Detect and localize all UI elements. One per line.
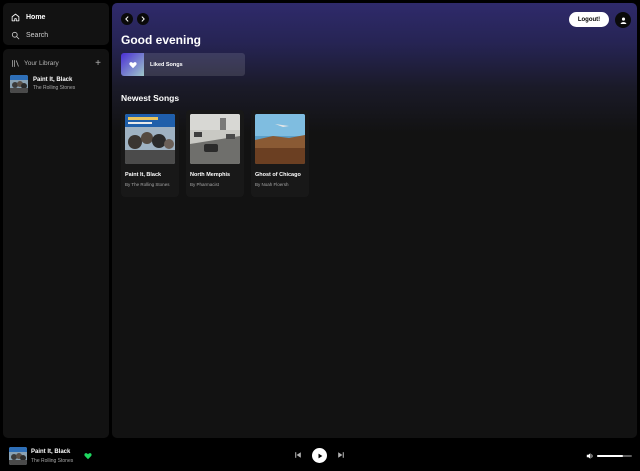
search-icon (11, 31, 20, 40)
liked-songs-tile[interactable]: Liked Songs (121, 53, 245, 76)
song-card-title: Ghost of Chicago (255, 172, 301, 178)
album-art (255, 114, 305, 164)
play-icon (318, 453, 322, 458)
library-item-artist: The Rolling Stones (33, 85, 76, 91)
forward-button[interactable] (137, 13, 149, 25)
library-panel: Your Library + Paint It, Black The Rolli… (3, 49, 109, 438)
album-art (125, 114, 175, 164)
liked-songs-label: Liked Songs (150, 61, 183, 68)
chevron-left-icon (125, 16, 129, 22)
nav-search-label: Search (26, 32, 49, 39)
page-title: Good evening (121, 33, 202, 47)
library-header: Your Library + (3, 49, 109, 71)
library-item[interactable]: Paint It, Black The Rolling Stones (3, 72, 109, 96)
song-card-title: Paint It, Black (125, 172, 162, 178)
library-title-button[interactable]: Your Library (11, 59, 59, 68)
user-menu-button[interactable] (615, 12, 631, 28)
chevron-right-icon (141, 16, 145, 22)
skip-previous-icon[interactable] (294, 451, 302, 459)
song-card-subtitle: By The Rolling Stones (125, 182, 170, 187)
main-content: Logout! Good evening Liked Songs Newest … (112, 3, 637, 438)
song-card[interactable]: Ghost of Chicago By Noah Floersh (251, 110, 309, 197)
heart-icon[interactable] (84, 452, 92, 460)
now-playing-title: Paint It, Black (31, 449, 71, 455)
album-art (10, 75, 28, 93)
library-item-title: Paint It, Black (33, 77, 73, 83)
history-nav (121, 13, 149, 25)
volume-slider[interactable] (597, 455, 632, 457)
now-playing-artist: The Rolling Stones (31, 458, 74, 464)
add-playlist-icon[interactable]: + (95, 58, 101, 69)
album-art (190, 114, 240, 164)
skip-next-icon[interactable] (337, 451, 345, 459)
section-title: Newest Songs (121, 93, 180, 103)
heart-icon (128, 61, 137, 68)
play-button[interactable] (312, 448, 327, 463)
library-title: Your Library (24, 60, 59, 67)
volume-level (597, 455, 624, 457)
song-card-title: North Memphis (190, 172, 231, 178)
nav-home-label: Home (26, 14, 46, 21)
player-bar: Paint It, Black The Rolling Stones (0, 440, 640, 471)
library-icon (12, 60, 19, 67)
user-icon (620, 17, 626, 24)
volume-icon[interactable] (586, 452, 594, 460)
home-icon (11, 13, 20, 22)
liked-songs-art (121, 53, 144, 76)
back-button[interactable] (121, 13, 133, 25)
song-card-subtitle: By Noah Floersh (255, 182, 289, 187)
logout-button[interactable]: Logout! (569, 12, 609, 27)
nav-search[interactable]: Search (11, 27, 109, 44)
song-cards: Paint It, Black By The Rolling Stones No… (121, 110, 309, 197)
song-card-subtitle: By Pharmacist (190, 182, 220, 187)
nav-home[interactable]: Home (11, 9, 109, 26)
song-card[interactable]: Paint It, Black By The Rolling Stones (121, 110, 179, 197)
nav-panel: Home Search (3, 3, 109, 45)
song-card[interactable]: North Memphis By Pharmacist (186, 110, 244, 197)
now-playing-art (9, 447, 27, 465)
